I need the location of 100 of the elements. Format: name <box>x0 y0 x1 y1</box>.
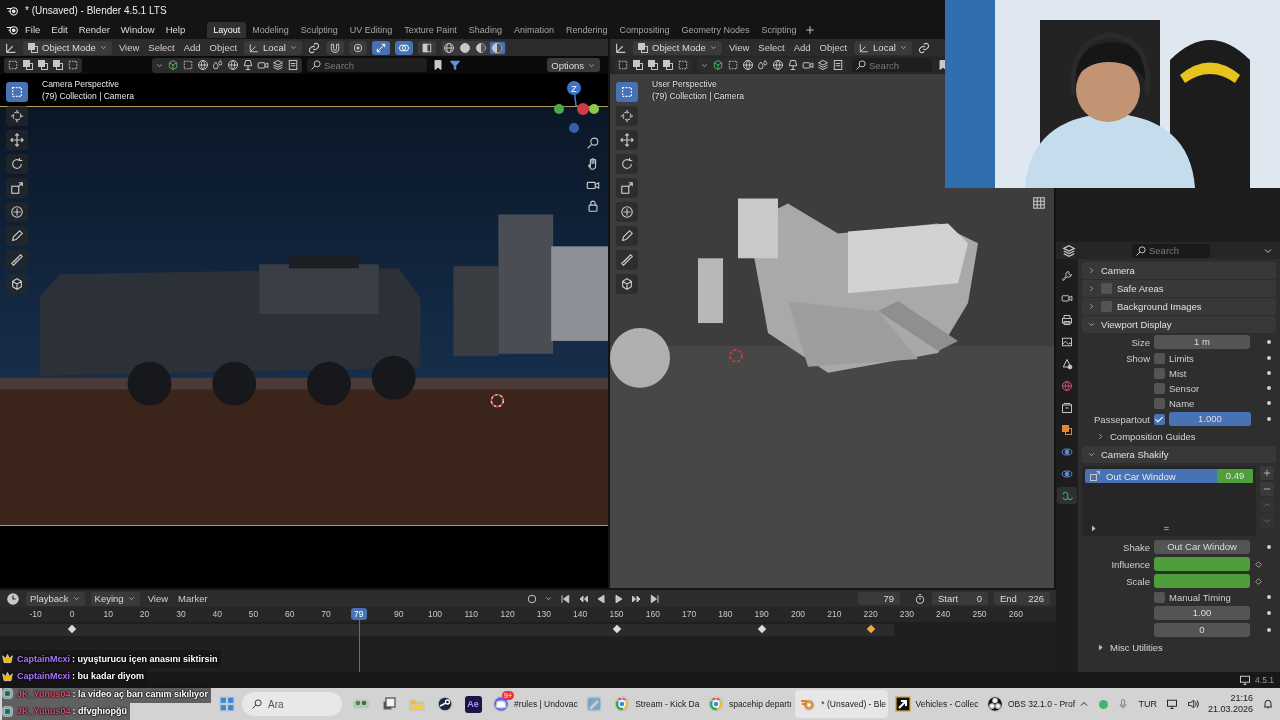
panel-header[interactable]: Background Images <box>1082 298 1276 315</box>
viewport-subtitle: (79) Collection | Camera <box>42 90 134 102</box>
menu-item[interactable]: View <box>145 593 171 604</box>
list-item[interactable]: Out Car Window 0.49 <box>1085 469 1253 483</box>
workspace-tab[interactable]: Texture Paint <box>398 21 463 38</box>
end-frame-field[interactable]: End 226 <box>994 592 1050 605</box>
workspace-tab[interactable]: Animation <box>507 21 560 38</box>
menu-item[interactable]: Edit <box>46 22 73 37</box>
taskbar-button[interactable]: * (Unsaved) - Ble <box>795 690 888 718</box>
frame-number: 140 <box>573 609 588 619</box>
menu-item[interactable]: Help <box>160 22 191 37</box>
panel-title: Viewport Display <box>1101 319 1172 330</box>
taskbar-button[interactable]: Ae <box>460 690 486 718</box>
workspace-tab[interactable]: Modeling <box>246 21 295 38</box>
viewport-title: Camera Perspective <box>42 78 120 90</box>
panel-title: Composition Guides <box>1110 431 1196 442</box>
chat-username[interactable]: CaptainMcxi <box>17 653 70 664</box>
chat-username[interactable]: CaptainMcxi <box>17 671 70 682</box>
taskbar-button[interactable]: spacehip departı <box>702 690 794 718</box>
chat-message: : uyuşturucu içen anasını siktirsin <box>72 653 218 664</box>
start-frame-field[interactable]: Start 0 <box>932 592 988 605</box>
value-field[interactable]: 1.00 <box>1154 606 1250 620</box>
menu-item[interactable]: Add <box>181 42 203 53</box>
panel-title: Safe Areas <box>1117 283 1164 294</box>
workspace-tab[interactable]: Rendering <box>559 21 614 38</box>
language-indicator[interactable]: TUR <box>1138 699 1157 709</box>
frame-number: 190 <box>754 609 769 619</box>
menu-item[interactable]: View <box>116 42 142 53</box>
value-field[interactable]: 0 <box>1154 623 1250 637</box>
menu-item[interactable]: Window <box>115 22 160 37</box>
frame-number: 230 <box>899 609 914 619</box>
checkbox-label: Manual Timing <box>1169 591 1231 603</box>
menu-dropdown[interactable]: Playback <box>26 591 85 606</box>
panel-header[interactable]: Camera Shakify <box>1082 446 1276 463</box>
menu-item[interactable]: View <box>726 42 752 53</box>
menu-dropdown[interactable]: Keying <box>90 591 140 606</box>
value-slider[interactable]: 1.000 <box>1169 412 1251 426</box>
panel-title: Camera Shakify <box>1101 449 1169 460</box>
chat-message: : bu kadar diyom <box>72 671 145 682</box>
field-label: Show <box>1125 352 1150 364</box>
clock-date[interactable]: 21.03.2026 <box>1207 704 1253 715</box>
workspace-tab[interactable]: Layout <box>207 21 247 38</box>
panel-title: Background Images <box>1117 301 1202 312</box>
version-label: 4.5.1 <box>1255 675 1274 685</box>
menu-item[interactable]: Select <box>756 42 787 53</box>
workspace-tab[interactable]: Shading <box>462 21 508 38</box>
taskbar-button[interactable]: Vehicles - Collec <box>889 690 980 718</box>
frame-field[interactable]: 79 <box>858 592 900 605</box>
panel-header[interactable]: Safe Areas <box>1082 280 1276 297</box>
subpanel-header[interactable]: Misc Utilities <box>1082 639 1276 656</box>
clock-time[interactable]: 21:16 <box>1230 693 1253 704</box>
subpanel-header[interactable]: Composition Guides <box>1082 428 1276 445</box>
frame-number: 160 <box>645 609 660 619</box>
orientation-dropdown[interactable]: Local <box>854 40 912 55</box>
workspace-tab[interactable]: Geometry Nodes <box>675 21 756 38</box>
app-icon: Ae <box>464 695 482 713</box>
mode-dropdown[interactable]: Object Mode <box>633 40 722 55</box>
frame-number: 0 <box>69 609 75 619</box>
value-field[interactable]: Out Car Window <box>1154 540 1250 554</box>
checkbox-label: Sensor <box>1169 382 1200 394</box>
frame-number: 30 <box>176 609 186 619</box>
frame-number: 250 <box>972 609 987 619</box>
field-label: Passepartout <box>1093 413 1150 425</box>
menu-item[interactable]: Object <box>817 42 850 53</box>
panel-header[interactable]: Camera <box>1082 262 1276 279</box>
field-label: Influence <box>1110 558 1150 570</box>
workspace-tab[interactable]: Sculpting <box>294 21 344 38</box>
mode-dropdown[interactable]: Object Mode <box>23 40 112 55</box>
menu-item[interactable]: Object <box>207 42 240 53</box>
window-title: * (Unsaved) - Blender 4.5.1 LTS <box>25 4 167 16</box>
frame-number: 110 <box>464 609 479 619</box>
menu-item[interactable]: Add <box>791 42 813 53</box>
workspace-tab[interactable]: Compositing <box>613 21 676 38</box>
panel-header[interactable]: Viewport Display <box>1082 316 1276 333</box>
field-label: Shake <box>1122 541 1150 553</box>
frame-number: 100 <box>427 609 443 619</box>
search-field[interactable]: Search <box>852 58 932 72</box>
viewport-subtitle: (79) Collection | Camera <box>652 90 744 102</box>
menu-item[interactable]: Marker <box>176 593 210 604</box>
options-dropdown[interactable]: Options <box>547 58 600 72</box>
taskbar-button[interactable]: OBS 32.1.0 - Prof <box>981 690 1077 718</box>
navigation-gizmo[interactable]: Z <box>554 78 600 134</box>
chat-message: : la video aç barı canım sıkılıyor <box>72 688 209 699</box>
frame-number: 180 <box>718 609 733 619</box>
menu-item[interactable]: Render <box>73 22 115 37</box>
frame-number: 130 <box>536 609 551 619</box>
checkbox-label: Mist <box>1169 367 1187 379</box>
checkbox-label: Name <box>1169 397 1195 409</box>
menu-item[interactable]: Select <box>146 42 177 53</box>
value-field[interactable]: 1 m <box>1154 335 1250 349</box>
search-field[interactable]: Search <box>1132 243 1210 258</box>
taskbar-button[interactable]: Stream - Kick Da <box>609 690 701 718</box>
workspace-tab[interactable]: UV Editing <box>343 21 399 38</box>
orientation-dropdown[interactable]: Local <box>244 40 302 55</box>
search-field[interactable]: Search <box>307 58 427 72</box>
workspace-tab[interactable]: Scripting <box>755 21 803 38</box>
menu-item[interactable]: File <box>20 22 46 37</box>
frame-number: 90 <box>393 609 404 619</box>
frame-number: 170 <box>682 609 697 619</box>
search-field[interactable]: Ara <box>242 692 342 716</box>
